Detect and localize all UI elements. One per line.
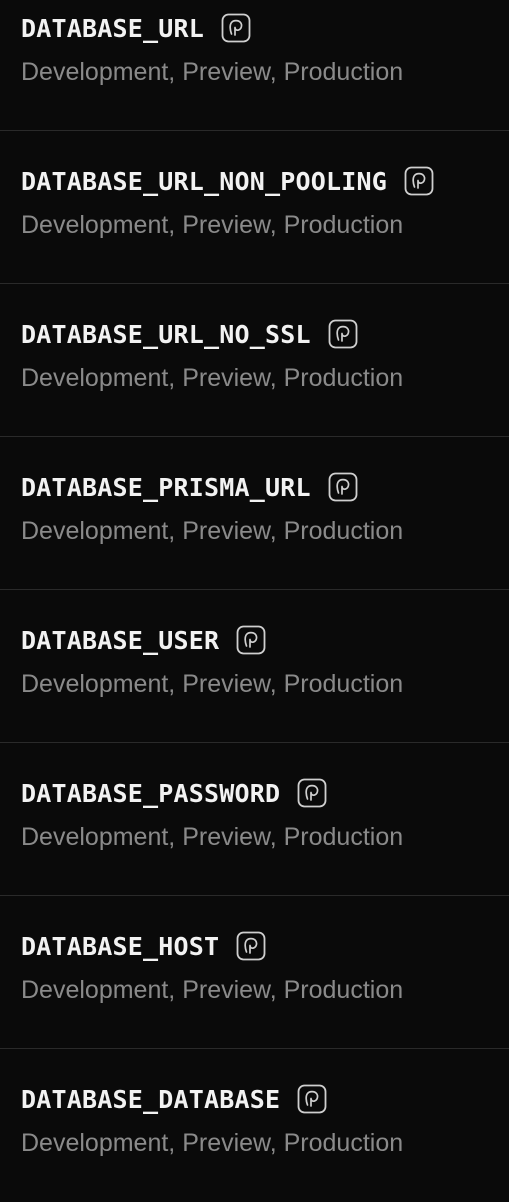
env-var-name: DATABASE_URL_NO_SSL <box>21 319 311 349</box>
env-var-name: DATABASE_URL <box>21 13 205 43</box>
env-var-header: DATABASE_URL <box>21 11 252 45</box>
env-var-item[interactable]: DATABASE_URL_NO_SSL Development, Preview… <box>0 284 509 437</box>
env-var-targets: Development, Preview, Production <box>21 823 404 851</box>
env-var-name: DATABASE_URL_NON_POOLING <box>21 166 388 196</box>
env-var-item[interactable]: DATABASE_USER Development, Preview, Prod… <box>0 590 509 743</box>
env-var-header: DATABASE_USER <box>21 623 267 657</box>
env-var-header: DATABASE_URL_NO_SSL <box>21 317 359 351</box>
postgres-icon <box>296 1083 328 1115</box>
postgres-icon <box>220 12 252 44</box>
env-var-header: DATABASE_DATABASE <box>21 1082 328 1116</box>
postgres-icon <box>403 165 435 197</box>
env-var-name: DATABASE_HOST <box>21 931 220 961</box>
env-var-targets: Development, Preview, Production <box>21 1129 404 1157</box>
env-var-name: DATABASE_DATABASE <box>21 1084 281 1114</box>
postgres-icon <box>327 318 359 350</box>
env-var-targets: Development, Preview, Production <box>21 211 404 239</box>
env-var-targets: Development, Preview, Production <box>21 670 404 698</box>
env-var-item[interactable]: DATABASE_URL Development, Preview, Produ… <box>0 0 509 131</box>
env-var-targets: Development, Preview, Production <box>21 364 404 392</box>
env-var-targets: Development, Preview, Production <box>21 58 404 86</box>
env-var-list: DATABASE_URL Development, Preview, Produ… <box>0 0 509 1162</box>
postgres-icon <box>235 930 267 962</box>
env-var-targets: Development, Preview, Production <box>21 517 404 545</box>
postgres-icon <box>235 624 267 656</box>
postgres-icon <box>327 471 359 503</box>
env-var-header: DATABASE_HOST <box>21 929 267 963</box>
env-var-header: DATABASE_PRISMA_URL <box>21 470 359 504</box>
env-var-name: DATABASE_PRISMA_URL <box>21 472 311 502</box>
env-var-item[interactable]: DATABASE_PRISMA_URL Development, Preview… <box>0 437 509 590</box>
env-var-item[interactable]: DATABASE_URL_NON_POOLING Development, Pr… <box>0 131 509 284</box>
env-var-name: DATABASE_PASSWORD <box>21 778 281 808</box>
env-var-targets: Development, Preview, Production <box>21 976 404 1004</box>
env-var-name: DATABASE_USER <box>21 625 220 655</box>
env-var-item[interactable]: DATABASE_DATABASE Development, Preview, … <box>0 1049 509 1202</box>
postgres-icon <box>296 777 328 809</box>
env-var-item[interactable]: DATABASE_HOST Development, Preview, Prod… <box>0 896 509 1049</box>
env-var-header: DATABASE_PASSWORD <box>21 776 328 810</box>
env-var-item[interactable]: DATABASE_PASSWORD Development, Preview, … <box>0 743 509 896</box>
env-var-header: DATABASE_URL_NON_POOLING <box>21 164 435 198</box>
